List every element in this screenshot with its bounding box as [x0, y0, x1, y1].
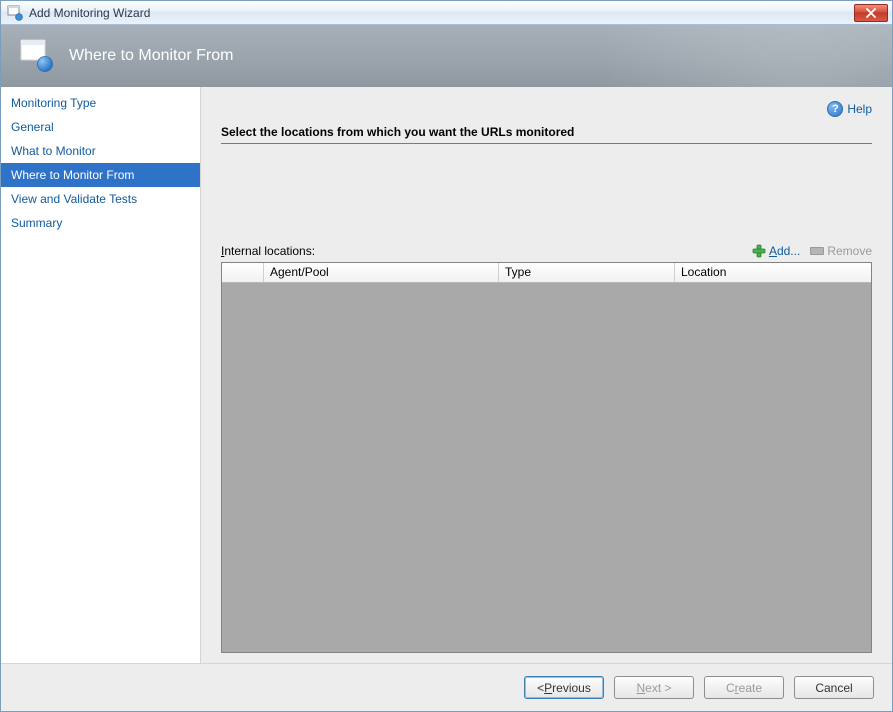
banner: Where to Monitor From: [1, 25, 892, 87]
sidebar-item-label: View and Validate Tests: [11, 192, 137, 206]
sidebar-item-label: Where to Monitor From: [11, 168, 134, 182]
sidebar-item-label: Summary: [11, 216, 62, 230]
sidebar-item-view-validate-tests[interactable]: View and Validate Tests: [1, 187, 200, 211]
sidebar-item-label: General: [11, 120, 54, 134]
list-actions: Add... Remove: [752, 244, 872, 258]
titlebar: Add Monitoring Wizard: [1, 1, 892, 25]
main-panel: ? Help Select the locations from which y…: [201, 87, 892, 663]
close-button[interactable]: [854, 4, 888, 22]
help-label: Help: [847, 102, 872, 116]
list-header-row: Internal locations: Add... Remo: [221, 244, 872, 258]
table-body: [222, 283, 871, 652]
window-title: Add Monitoring Wizard: [29, 6, 854, 20]
cancel-button[interactable]: Cancel: [794, 676, 874, 699]
help-row: ? Help: [221, 99, 872, 119]
sidebar-item-general[interactable]: General: [1, 115, 200, 139]
footer: < Previous Next > Create Cancel: [1, 663, 892, 711]
create-button: Create: [704, 676, 784, 699]
sidebar-item-label: Monitoring Type: [11, 96, 96, 110]
sidebar-item-summary[interactable]: Summary: [1, 211, 200, 235]
minus-icon: [810, 247, 824, 255]
remove-button: Remove: [810, 244, 872, 258]
table-header: Agent/Pool Type Location: [222, 263, 871, 283]
banner-title: Where to Monitor From: [69, 47, 233, 65]
help-icon: ?: [827, 101, 843, 117]
sidebar-item-what-to-monitor[interactable]: What to Monitor: [1, 139, 200, 163]
column-checkbox[interactable]: [222, 263, 264, 282]
banner-icon: [19, 38, 55, 74]
internal-locations-label: Internal locations:: [221, 244, 315, 258]
instruction-text: Select the locations from which you want…: [221, 125, 872, 144]
previous-button[interactable]: < Previous: [524, 676, 604, 699]
column-type[interactable]: Type: [499, 263, 675, 282]
remove-label: Remove: [827, 244, 872, 258]
add-label: Add...: [769, 244, 800, 258]
column-agent[interactable]: Agent/Pool: [264, 263, 499, 282]
add-button[interactable]: Add...: [752, 244, 800, 258]
locations-table[interactable]: Agent/Pool Type Location: [221, 262, 872, 653]
help-link[interactable]: ? Help: [827, 101, 872, 117]
sidebar: Monitoring Type General What to Monitor …: [1, 87, 201, 663]
sidebar-item-monitoring-type[interactable]: Monitoring Type: [1, 91, 200, 115]
wizard-window: Add Monitoring Wizard Where to Monit: [0, 0, 893, 712]
sidebar-item-where-to-monitor-from[interactable]: Where to Monitor From: [1, 163, 200, 187]
plus-icon: [752, 244, 766, 258]
sidebar-item-label: What to Monitor: [11, 144, 96, 158]
app-icon: [7, 5, 23, 21]
body: Monitoring Type General What to Monitor …: [1, 87, 892, 663]
next-button: Next >: [614, 676, 694, 699]
column-location[interactable]: Location: [675, 263, 871, 282]
